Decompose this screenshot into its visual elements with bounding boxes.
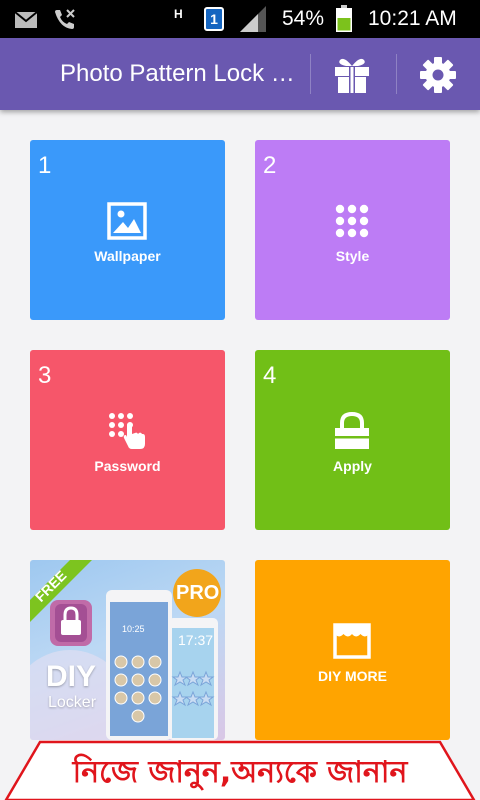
tile-diy-more[interactable]: DIY MORE [255,560,450,740]
lock-icon [335,412,369,449]
tile-label: Style [335,248,370,264]
notification-icons [14,8,78,32]
app-bar-divider [396,54,397,94]
dot-grid-icon [335,204,369,238]
banner-text: নিজে জানুন,অন্যকে জানান [72,755,408,790]
clock: 10:21 AM [368,7,457,30]
tile-label: DIY MORE [318,668,387,684]
network-type: H [174,7,183,21]
promo-phone-clock: 10:25 [122,624,145,634]
gift-button[interactable] [332,56,372,94]
promo-phone-clock: 17:37 [178,632,214,648]
tile-label: Apply [333,458,372,474]
signal-icon [240,6,266,32]
battery-percent: 54% [282,7,325,30]
missed-call-icon [55,9,75,29]
store-icon [333,623,371,659]
diy-locker-pro-promo[interactable]: FREE PRO 10:25 17:37 DIY Locker [30,560,225,740]
tile-password[interactable]: 3 Password [30,350,225,530]
tile-number: 2 [263,152,277,179]
app-bar-divider [310,54,311,94]
tile-apply[interactable]: 4 Apply [255,350,450,530]
bottom-banner: নিজে জানুন,অন্যকে জানান [0,740,480,800]
sim-indicator: 1 [204,7,224,31]
settings-button[interactable] [418,55,458,95]
image-icon [107,202,147,240]
app-title: Photo Pattern Lock Screen [60,60,300,87]
promo-subtitle: Locker [48,694,97,711]
settings-gear-icon [420,57,456,93]
app-bar: Photo Pattern Lock Screen [0,38,480,110]
tile-label: Wallpaper [94,248,161,264]
promo-pro-badge: PRO [176,582,220,604]
tile-number: 4 [263,362,277,389]
mail-icon [14,11,38,28]
tile-wallpaper[interactable]: 1 Wallpaper [30,140,225,320]
tile-number: 1 [38,152,52,179]
tile-label: Password [94,458,161,474]
keypad-touch-icon [109,413,145,449]
promo-title: DIY [46,660,97,693]
status-bar: H 1 54% 10:21 AM [0,0,480,38]
tile-number: 3 [38,362,52,389]
tile-style[interactable]: 2 Style [255,140,450,320]
gift-icon [335,58,369,93]
battery-icon [336,5,352,32]
